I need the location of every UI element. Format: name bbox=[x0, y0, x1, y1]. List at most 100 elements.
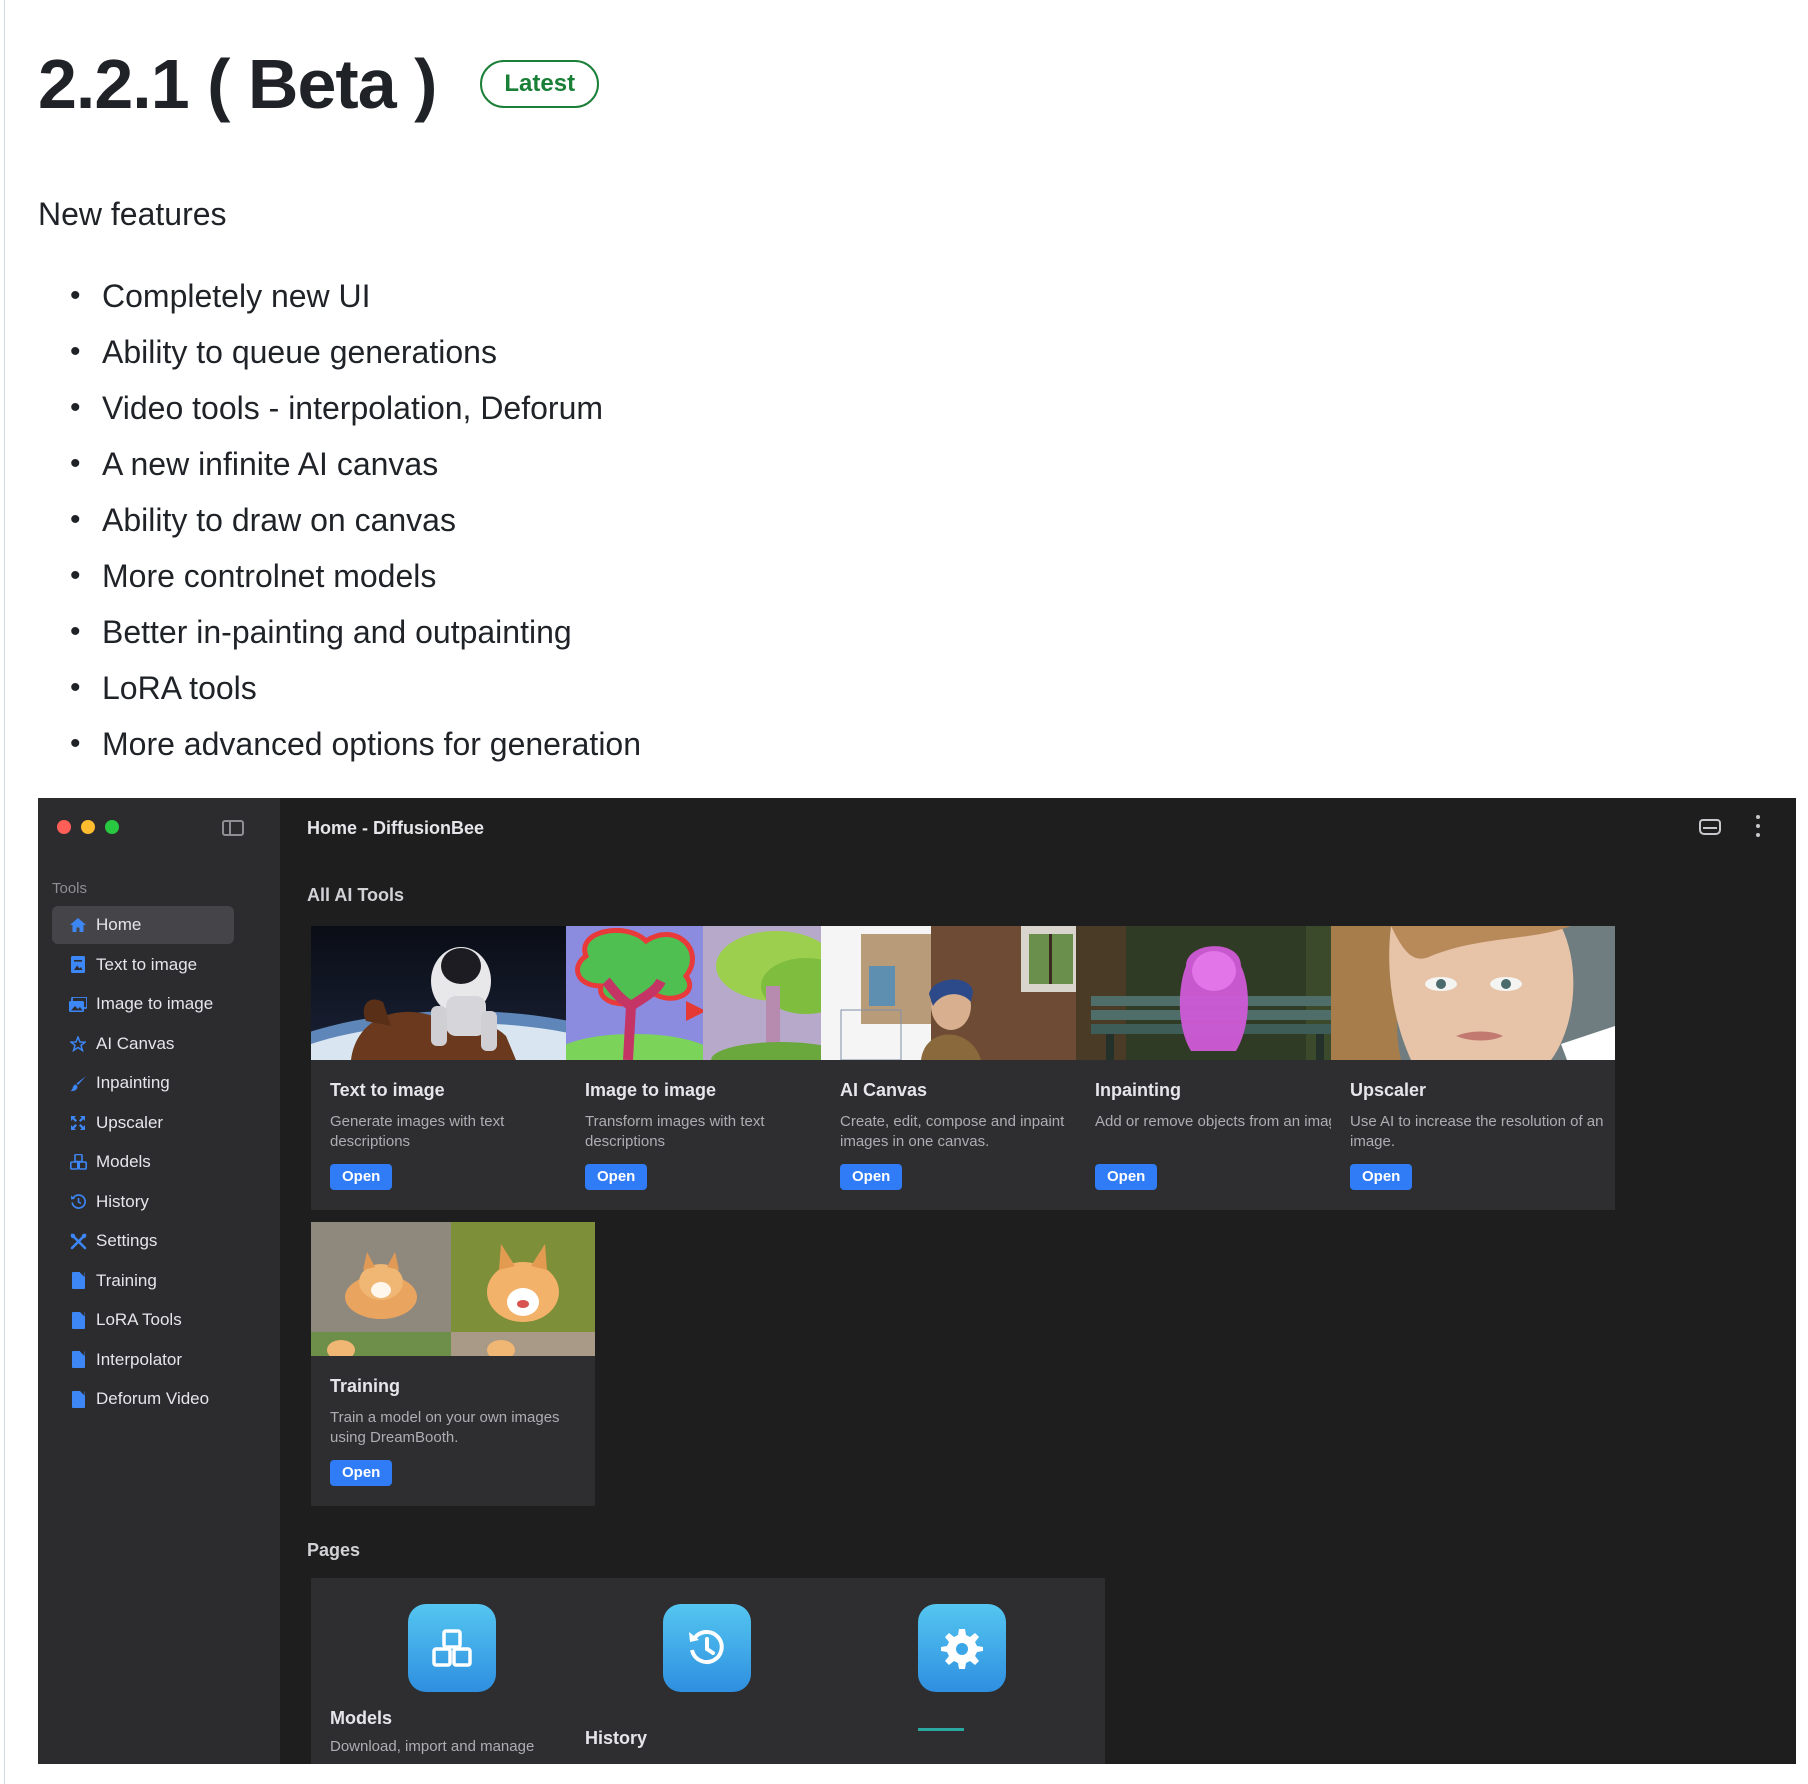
feature-text: Better in-painting and outpainting bbox=[102, 614, 572, 650]
open-button[interactable]: Open bbox=[330, 1460, 393, 1486]
sidebar-item-inpainting[interactable]: Inpainting bbox=[52, 1064, 234, 1102]
history-icon bbox=[663, 1604, 751, 1692]
bullet-icon: • bbox=[70, 503, 81, 536]
open-button[interactable]: Open bbox=[840, 1164, 903, 1190]
tool-card-text-to-image: Text to image Generate images with text … bbox=[311, 926, 595, 1210]
tool-card-description: Add or remove objects from an image bbox=[1095, 1113, 1346, 1130]
window-title: Home - DiffusionBee bbox=[307, 818, 485, 838]
tool-card-title: Inpainting bbox=[1095, 1080, 1181, 1100]
sidebar-item-label: History bbox=[96, 1191, 149, 1211]
open-button[interactable]: Open bbox=[585, 1164, 648, 1190]
page-card-history[interactable]: History bbox=[566, 1578, 850, 1764]
feature-item: • A new infinite AI canvas bbox=[70, 440, 641, 496]
latest-badge: Latest bbox=[480, 60, 600, 108]
section-label: New features bbox=[38, 196, 227, 232]
bullet-icon: • bbox=[70, 559, 81, 592]
tool-card-image-to-image: Image to image Transform images with tex… bbox=[566, 926, 850, 1210]
sidebar-item-label: Upscaler bbox=[96, 1112, 164, 1132]
text-image-icon bbox=[68, 955, 88, 975]
sidebar-item-interpolator[interactable]: Interpolator bbox=[52, 1341, 234, 1379]
zoom-window-button[interactable] bbox=[105, 820, 119, 834]
tool-card-title: Text to image bbox=[330, 1080, 445, 1100]
sidebar-toggle-icon[interactable] bbox=[222, 820, 244, 836]
sidebar-item-training[interactable]: Training bbox=[52, 1262, 234, 1300]
tools-icon bbox=[68, 1231, 88, 1251]
sidebar-item-ai-canvas[interactable]: AI Canvas bbox=[52, 1025, 234, 1063]
inbox-icon[interactable] bbox=[1699, 819, 1721, 835]
feature-item: • Completely new UI bbox=[70, 272, 641, 328]
feature-text: Ability to draw on canvas bbox=[102, 502, 456, 538]
home-icon bbox=[68, 915, 88, 935]
sidebar-item-label: Interpolator bbox=[96, 1349, 182, 1369]
sidebar-item-label: LoRA Tools bbox=[96, 1310, 182, 1329]
app-screenshot: Tools Home Text to image Image to image … bbox=[38, 798, 1796, 1764]
page-card-settings[interactable] bbox=[821, 1578, 1105, 1764]
feature-list: • Completely new UI • Ability to queue gen… bbox=[70, 272, 641, 776]
tool-card-description: Generate images with text descriptions bbox=[330, 1113, 505, 1150]
page-left-border bbox=[4, 0, 5, 1784]
sidebar-item-deforum-video[interactable]: Deforum Video bbox=[52, 1380, 234, 1418]
page-card-title: Models bbox=[330, 1708, 393, 1728]
document-icon bbox=[68, 1350, 88, 1370]
tool-card-ai-canvas: AI Canvas Create, edit, compose and inpa… bbox=[821, 926, 1105, 1210]
feature-text: More advanced options for generation bbox=[102, 726, 642, 762]
feature-text: Completely new UI bbox=[102, 278, 371, 314]
tool-card-description: Create, edit, compose and inpaint images… bbox=[840, 1113, 1065, 1150]
astronaut-horse-image bbox=[311, 926, 595, 1060]
feature-text: Video tools - interpolation, Deforum bbox=[102, 390, 604, 426]
tool-card-title: Training bbox=[330, 1376, 401, 1396]
sidebar-item-label: Home bbox=[96, 915, 142, 934]
feature-item: • More controlnet models bbox=[70, 552, 641, 608]
feature-text: A new infinite AI canvas bbox=[102, 446, 439, 482]
sidebar-item-label: Text to image bbox=[96, 954, 198, 974]
page-card-description: Download, import and manage bbox=[330, 1738, 535, 1755]
open-button[interactable]: Open bbox=[330, 1164, 393, 1190]
feature-item: • LoRA tools bbox=[70, 664, 641, 720]
sidebar-item-label: Settings bbox=[96, 1231, 158, 1250]
sidebar-item-history[interactable]: History bbox=[52, 1183, 234, 1221]
tool-card-inpainting: Inpainting Add or remove objects from an… bbox=[1076, 926, 1360, 1210]
bullet-icon: • bbox=[70, 391, 81, 424]
sidebar-item-text-to-image[interactable]: Text to image bbox=[52, 946, 234, 984]
woman-portrait-image bbox=[1331, 926, 1615, 1060]
pearl-earring-canvas-image bbox=[821, 926, 1105, 1060]
tool-card-title: Upscaler bbox=[1350, 1080, 1427, 1100]
bullet-icon: • bbox=[70, 727, 81, 760]
sidebar-item-label: AI Canvas bbox=[96, 1033, 175, 1053]
brush-icon bbox=[68, 1073, 88, 1093]
images-icon bbox=[68, 994, 88, 1014]
feature-text: More controlnet models bbox=[102, 558, 437, 594]
tool-card-description: Train a model on your own images using D… bbox=[330, 1409, 560, 1446]
pages-heading: Pages bbox=[307, 1540, 361, 1560]
tool-card-description: Use AI to increase the resolution of an … bbox=[1350, 1113, 1604, 1150]
open-button[interactable]: Open bbox=[1095, 1164, 1158, 1190]
feature-text: Ability to queue generations bbox=[102, 334, 497, 370]
feature-item: • More advanced options for generation bbox=[70, 720, 641, 776]
close-window-button[interactable] bbox=[57, 820, 71, 834]
sidebar-item-label: Training bbox=[96, 1270, 157, 1290]
page-card-models[interactable]: Models Download, import and manage bbox=[311, 1578, 595, 1764]
sidebar-item-label: Models bbox=[96, 1152, 151, 1171]
sidebar-item-settings[interactable]: Settings bbox=[52, 1222, 234, 1260]
sidebar-item-image-to-image[interactable]: Image to image bbox=[52, 985, 234, 1023]
sidebar-section-label: Tools bbox=[52, 880, 88, 897]
feature-item: • Ability to draw on canvas bbox=[70, 496, 641, 552]
tool-card-title: Image to image bbox=[585, 1080, 717, 1100]
feature-item: • Ability to queue generations bbox=[70, 328, 641, 384]
feature-item: • Video tools - interpolation, Deforum bbox=[70, 384, 641, 440]
document-icon bbox=[68, 1310, 88, 1330]
release-title: 2.2.1 ( Beta ) bbox=[38, 45, 437, 123]
sidebar-item-models[interactable]: Models bbox=[52, 1143, 234, 1181]
bullet-icon: • bbox=[70, 279, 81, 312]
sidebar-item-lora-tools[interactable]: LoRA Tools bbox=[52, 1301, 234, 1339]
minimize-window-button[interactable] bbox=[81, 820, 95, 834]
open-button[interactable]: Open bbox=[1350, 1164, 1413, 1190]
tree-sketch-image bbox=[566, 926, 850, 1060]
bullet-icon: • bbox=[70, 447, 81, 480]
more-options-icon[interactable] bbox=[1755, 815, 1761, 837]
sidebar-item-upscaler[interactable]: Upscaler bbox=[52, 1104, 234, 1142]
tool-card-title: AI Canvas bbox=[840, 1080, 928, 1100]
sidebar-item-home[interactable]: Home bbox=[52, 906, 234, 944]
cubes-icon bbox=[408, 1604, 496, 1692]
bench-dog-image bbox=[1076, 926, 1360, 1060]
